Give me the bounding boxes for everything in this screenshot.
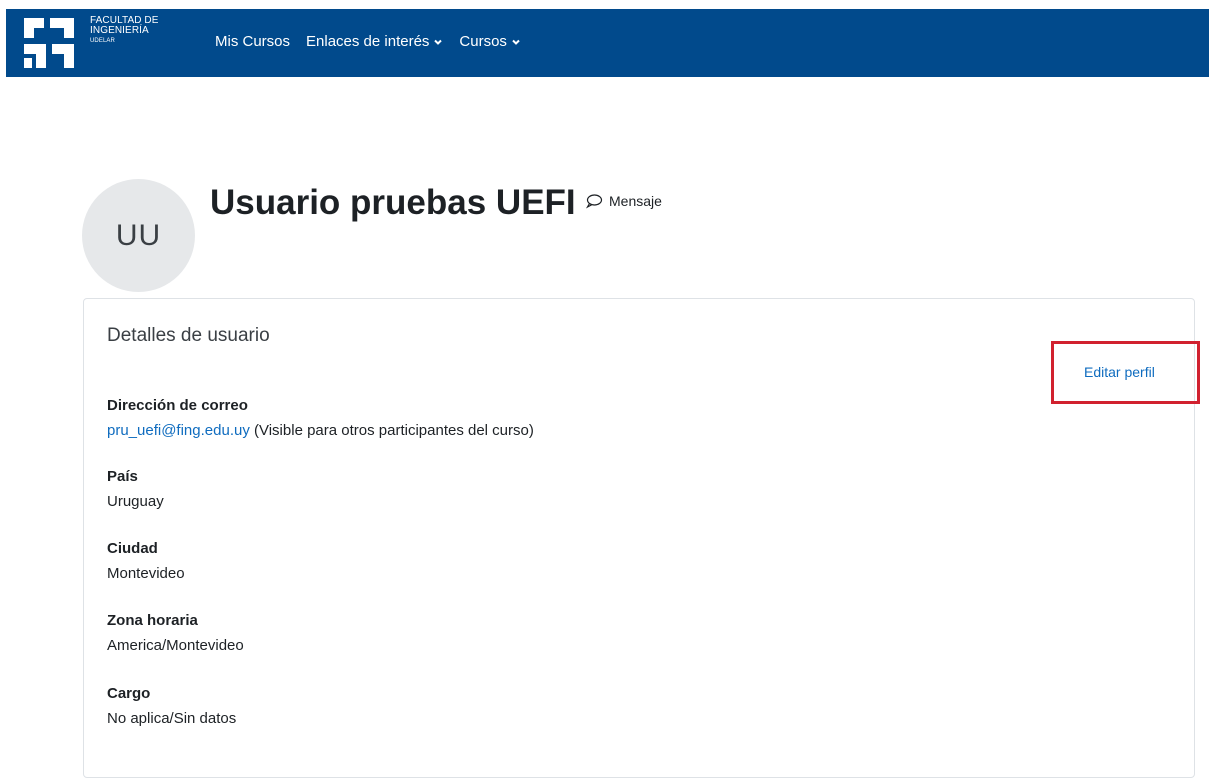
page-title: Usuario pruebas UEFI [210,183,576,222]
city-value: Montevideo [107,565,185,582]
country-value: Uruguay [107,493,164,510]
timezone-value: America/Montevideo [107,637,244,654]
role-label: Cargo [107,685,151,702]
chevron-down-icon [512,39,520,45]
message-icon [585,194,603,209]
email-label: Dirección de correo [107,397,248,414]
field-role: Cargo No aplica/Sin datos [107,683,236,730]
nav-mis-cursos-label: Mis Cursos [215,33,291,50]
avatar-initials: UU [115,218,162,252]
nav-cursos[interactable]: Cursos [459,32,521,52]
field-city: Ciudad Montevideo [107,538,185,585]
nav-cursos-label: Cursos [459,33,507,50]
nav-mis-cursos[interactable]: Mis Cursos [215,32,290,52]
logo-line-2: INGENIERÍA [90,25,149,36]
message-label: Mensaje [609,193,662,209]
message-button[interactable]: Mensaje [585,193,662,209]
country-label: País [107,468,138,485]
faculty-logo-icon[interactable] [20,14,78,72]
avatar: UU [82,179,195,292]
city-label: Ciudad [107,540,158,557]
user-details-card: Detalles de usuario Editar perfil Direcc… [83,298,1200,778]
field-country: País Uruguay [107,466,164,513]
edit-profile-highlight: Editar perfil [1051,341,1200,404]
field-timezone: Zona horaria America/Montevideo [107,610,244,657]
nav-enlaces-de-interes[interactable]: Enlaces de interés [306,32,443,52]
logo-line-3: UDELAR [90,38,115,44]
main-nav: Mis Cursos Enlaces de interés Cursos [215,32,521,52]
top-navbar: FACULTAD DE INGENIERÍA UDELAR Mis Cursos… [6,9,1209,77]
nav-enlaces-label: Enlaces de interés [306,33,430,50]
email-link[interactable]: pru_uefi@fing.edu.uy [107,422,250,439]
role-value: No aplica/Sin datos [107,710,237,727]
timezone-label: Zona horaria [107,612,198,629]
email-value: pru_uefi@fing.edu.uy (Visible para otros… [107,420,534,442]
email-visibility-note: (Visible para otros participantes del cu… [249,422,534,439]
logo-text: FACULTAD DE INGENIERÍA UDELAR [90,16,159,45]
field-email: Dirección de correo pru_uefi@fing.edu.uy… [107,395,534,442]
chevron-down-icon [434,39,443,45]
edit-profile-link[interactable]: Editar perfil [1084,364,1155,380]
card-title: Detalles de usuario [107,325,270,346]
